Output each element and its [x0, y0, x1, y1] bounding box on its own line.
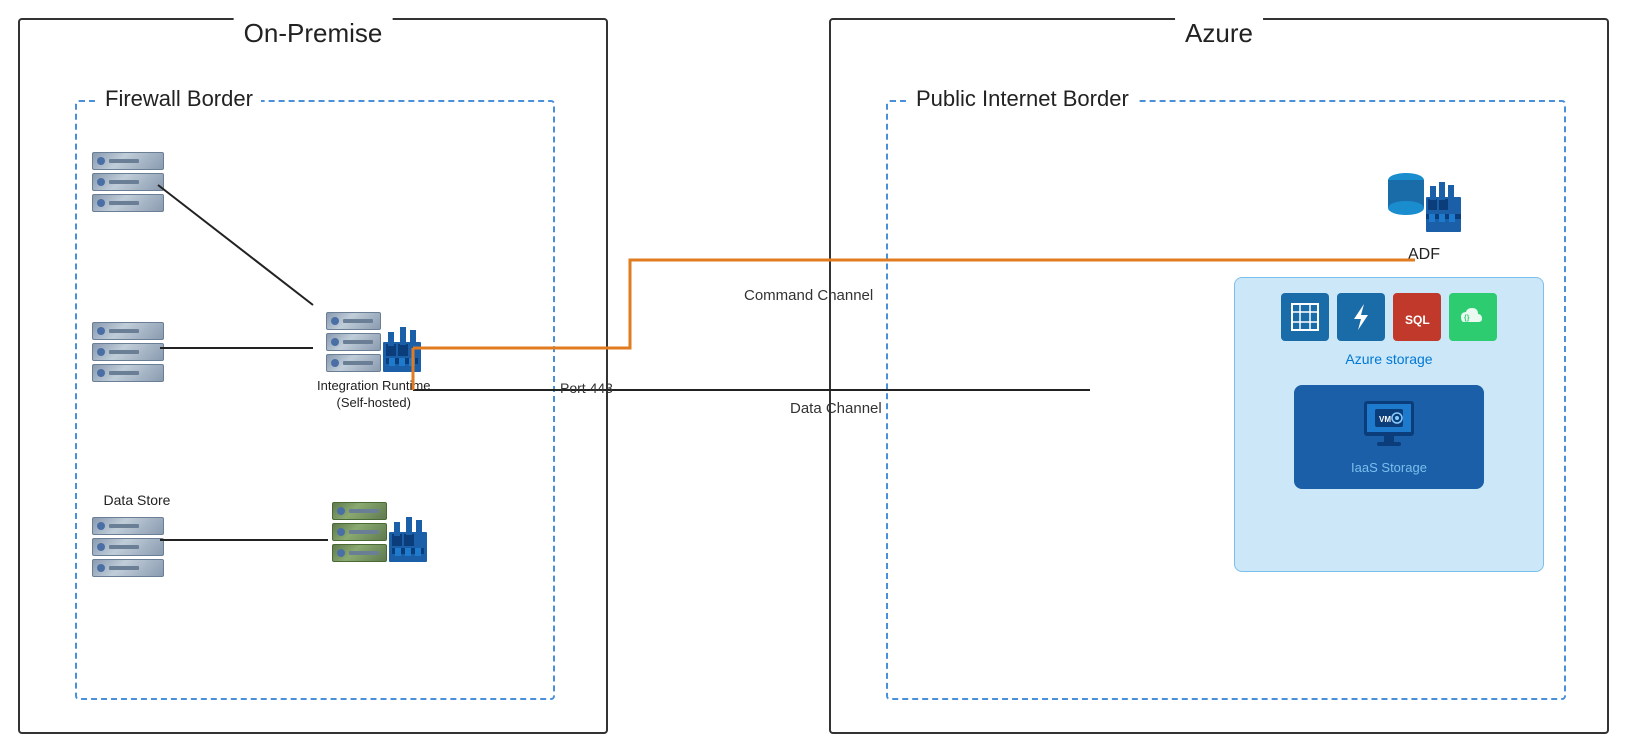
diagram-container: On-Premise Firewall Border — [0, 0, 1627, 754]
ir-combined-icon — [326, 312, 421, 372]
server-unit — [92, 364, 164, 382]
azure-box: Azure Public Internet Border — [829, 18, 1609, 734]
on-premise-label: On-Premise — [234, 18, 393, 49]
data-channel-label: Data Channel — [790, 400, 882, 417]
factory-mini-icon-2 — [389, 512, 427, 562]
server-unit — [92, 559, 164, 577]
azure-label: Azure — [1175, 18, 1263, 49]
iaas-storage-box: VM IaaS Storage — [1294, 385, 1484, 489]
port-443-label: Port 443 — [560, 380, 613, 396]
server-unit — [326, 354, 381, 372]
public-internet-border-box: Public Internet Border — [886, 100, 1566, 700]
server-unit — [92, 538, 164, 556]
integration-runtime-2-group — [332, 502, 427, 562]
public-internet-border-label: Public Internet Border — [908, 86, 1137, 112]
server-unit — [332, 502, 387, 520]
json-cloud-icon: {} — [1449, 293, 1497, 341]
adf-icon — [1384, 162, 1464, 242]
datastore-1-group — [92, 152, 164, 212]
server-unit — [332, 523, 387, 541]
server-unit — [92, 152, 164, 170]
adf-label: ADF — [1408, 246, 1440, 264]
datastore-2-group — [92, 322, 164, 382]
server-unit — [92, 194, 164, 212]
server-unit — [332, 544, 387, 562]
server-stack-3 — [92, 517, 164, 577]
svg-text:SQL: SQL — [1405, 313, 1430, 327]
svg-text:{}: {} — [1464, 315, 1470, 322]
on-premise-box: On-Premise Firewall Border — [18, 18, 608, 734]
event-hub-icon — [1337, 293, 1385, 341]
storage-icons-row: SQL {} — [1281, 293, 1497, 341]
datastore-3-group — [92, 517, 164, 577]
data-store-label: Data Store — [77, 492, 197, 510]
adf-group: ADF — [1384, 162, 1464, 264]
ir-combined-icon-2 — [332, 502, 427, 562]
server-unit — [92, 343, 164, 361]
azure-storage-box: SQL {} Azure storage — [1234, 277, 1544, 572]
iaas-storage-icon: VM — [1359, 399, 1419, 454]
server-unit — [92, 322, 164, 340]
iaas-storage-label: IaaS Storage — [1351, 460, 1427, 475]
firewall-border-label: Firewall Border — [97, 86, 261, 112]
server-unit — [326, 333, 381, 351]
sql-icon: SQL — [1393, 293, 1441, 341]
server-unit — [92, 517, 164, 535]
factory-mini-icon — [383, 322, 421, 372]
server-stack-2 — [92, 322, 164, 382]
server-unit — [92, 173, 164, 191]
azure-storage-label: Azure storage — [1345, 351, 1432, 367]
ir-server-icon — [326, 312, 381, 372]
server-unit — [326, 312, 381, 330]
ir2-server-icon — [332, 502, 387, 562]
svg-text:VM: VM — [1379, 415, 1391, 424]
server-stack-1 — [92, 152, 164, 212]
command-channel-label: Command Channel — [744, 287, 873, 304]
firewall-border-box: Firewall Border Data Store — [75, 100, 555, 700]
table-storage-icon — [1281, 293, 1329, 341]
integration-runtime-label: Integration Runtime (Self-hosted) — [317, 378, 430, 412]
integration-runtime-1-group: Integration Runtime (Self-hosted) — [317, 312, 430, 412]
